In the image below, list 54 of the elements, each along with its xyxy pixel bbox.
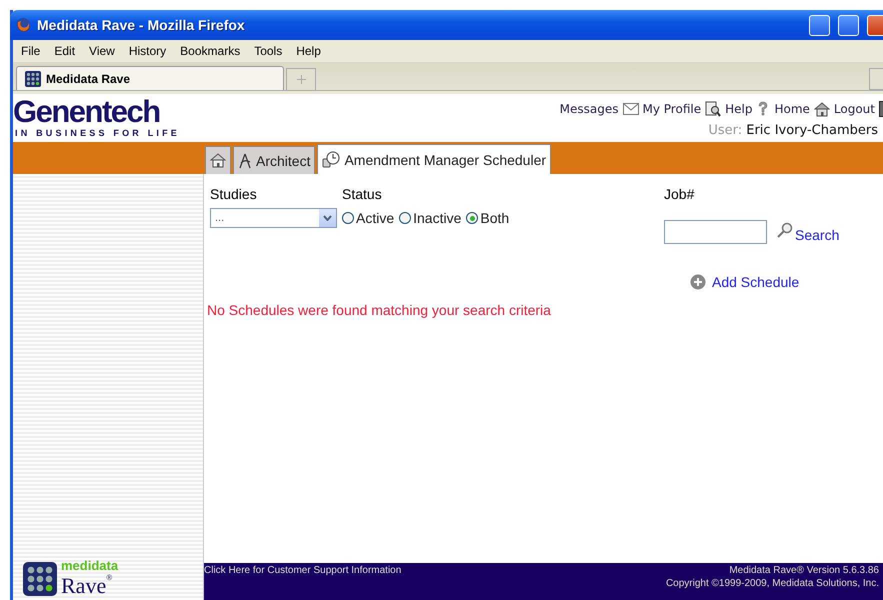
envelope-icon [622,103,639,115]
status-radio[interactable]: Both [466,210,510,226]
product-logo: Rave® [61,573,114,599]
home-icon [814,102,830,116]
menu-item[interactable]: Bookmarks [180,44,240,58]
field-label: Studies [210,186,258,202]
menu-item[interactable]: File [21,44,40,58]
empty-message: No Schedules were found matching your search criteria [207,302,552,318]
job-field[interactable] [664,220,767,244]
menu-item[interactable]: Help [296,44,321,58]
user-name: Eric Ivory-Chambers [746,123,878,138]
menu-item[interactable]: History [128,44,166,58]
support-link[interactable]: Click Here for Customer Support Information [204,565,402,600]
plus-icon [690,274,706,290]
maximize-button[interactable] [838,14,859,36]
version-text: Medidata Rave® Version 5.6.3.86 [729,565,879,576]
field-label: Status [342,186,383,202]
grid-icon [25,70,41,86]
header-link[interactable]: Logout [834,102,875,116]
browser-tab[interactable]: Medidata Rave [16,66,284,90]
header-link[interactable]: Help [725,102,752,116]
minimize-button[interactable] [809,14,830,36]
logo-tagline: IN BUSINESS FOR LIFE [15,128,180,138]
window-title: Medidata Rave - Mozilla Firefox [37,17,246,33]
module-tab[interactable]: Architect [233,146,316,174]
company-logo: Genentech [13,96,161,128]
close-button[interactable] [867,14,883,36]
menu-item[interactable]: Tools [254,44,282,58]
help-icon [756,101,770,117]
header-link[interactable]: Home [774,102,810,116]
firefox-icon [15,17,31,33]
search-icon [777,222,793,238]
module-tab[interactable] [205,146,231,174]
plus-icon [296,75,306,84]
studies-dropdown[interactable]: ... [210,208,337,228]
add-schedule-link[interactable]: Add Schedule [712,274,800,290]
header-link[interactable]: Messages [560,102,619,116]
header-link[interactable]: My Profile [642,102,702,116]
brand-name: medidata [61,558,118,573]
copyright-text: Copyright ©1999-2009, Medidata Solutions, Inc. [666,578,879,589]
grid-icon [23,562,57,596]
status-radio[interactable]: Active [342,210,394,226]
status-radio[interactable]: Inactive [399,210,462,226]
menu-item[interactable]: View [89,44,115,58]
module-tab[interactable]: Amendment Manager Scheduler [317,144,552,174]
compass-icon [238,152,252,168]
field-label: Job# [664,186,696,202]
home-icon [210,153,226,168]
search-link[interactable]: Search [795,227,840,243]
chevron-icon [323,215,332,221]
clock-icon [322,151,340,168]
menu-item[interactable]: Edit [54,44,76,58]
profile-icon [705,101,722,117]
user-label: User: [708,123,742,138]
